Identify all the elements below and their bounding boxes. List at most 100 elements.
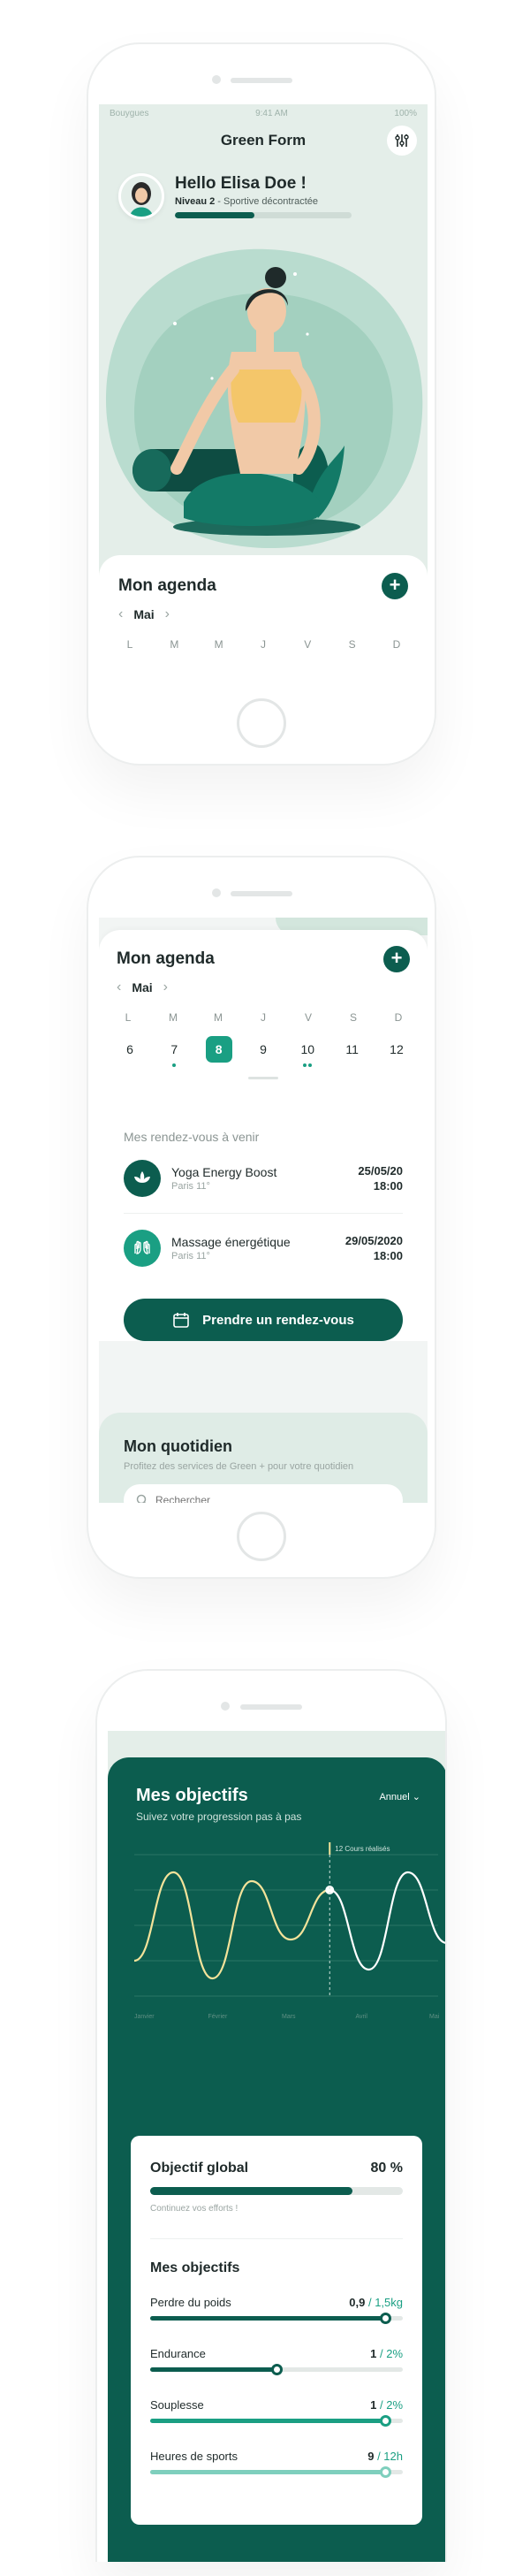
home-button[interactable] <box>237 698 286 748</box>
weekday-row: LMMJVSD <box>118 638 408 651</box>
book-appointment-label: Prendre un rendez-vous <box>202 1312 354 1328</box>
x-tick-label: Mars <box>282 2014 296 2020</box>
greeting: Hello Elisa Doe ! <box>175 174 307 193</box>
appointment-place: Paris 11° <box>171 1251 210 1261</box>
daily-title: Mon quotidien <box>124 1437 232 1455</box>
date-cell[interactable]: 9 <box>250 1036 276 1066</box>
daily-search-input[interactable] <box>155 1494 332 1503</box>
goal-progress-handle[interactable] <box>379 2415 391 2427</box>
goal-item: Souplesse 1 / 2% <box>150 2398 403 2427</box>
marker-flag <box>329 1842 331 1855</box>
appointment-time: 18:00 <box>373 1179 403 1193</box>
agenda-card: Mon agenda + ‹ Mai › L M M J V S D <box>99 555 428 690</box>
progress-chart: 12 Cours réalisés Janvier Février Mars Avril… <box>133 1842 445 2020</box>
search-icon <box>136 1494 147 1503</box>
goal-progress-handle[interactable] <box>271 2364 283 2375</box>
settings-button[interactable] <box>387 126 417 156</box>
goal-name: Souplesse <box>150 2398 204 2412</box>
weekday-label: M <box>170 638 179 651</box>
event-indicator <box>294 1061 321 1067</box>
date-cell[interactable]: 12 <box>383 1036 410 1066</box>
daily-subtitle: Profitez des services de Green + pour vo… <box>124 1461 354 1472</box>
avatar[interactable] <box>118 173 164 219</box>
appointments-title: Mes rendez-vous à venir <box>124 1130 260 1144</box>
appointment-item[interactable]: Yoga Energy Boost Paris 11° 25/05/20 18:00 <box>124 1144 403 1214</box>
clock: 9:41 AM <box>255 108 288 118</box>
date-row: 6 7 8 9 10 11 12 <box>117 1036 410 1067</box>
x-tick-label: Février <box>208 2014 228 2020</box>
month-label: Mai <box>132 980 153 995</box>
level-progress <box>175 212 352 218</box>
chevron-right-icon[interactable]: › <box>165 606 170 622</box>
appointment-date: 29/05/2020 <box>344 1234 403 1247</box>
global-objective-value: 80 % <box>370 2161 403 2176</box>
camera <box>221 1702 230 1711</box>
agenda-title: Mon agenda <box>117 949 215 968</box>
level-text: Niveau 2 - Sportive décontractée <box>175 196 352 207</box>
chevron-left-icon[interactable]: ‹ <box>118 606 123 622</box>
x-tick-label: Mai <box>429 2014 440 2020</box>
event-indicator <box>161 1061 187 1067</box>
drag-handle[interactable] <box>248 1077 278 1079</box>
goal-total: / 12h <box>374 2450 403 2463</box>
global-objective-label: Objectif global <box>150 2161 249 2176</box>
carrier: Bouygues <box>110 108 149 118</box>
weekday-label: S <box>349 1011 357 1024</box>
date-cell[interactable]: 7 <box>161 1036 187 1067</box>
weekday-label: L <box>125 1011 132 1024</box>
level-progress-fill <box>175 212 254 218</box>
camera <box>212 75 221 84</box>
chevron-right-icon[interactable]: › <box>163 979 168 995</box>
objectives-screen: Mes objectifs Suivez votre progression p… <box>108 1731 445 2562</box>
chart-annotation: 12 Cours réalisés <box>335 1845 390 1853</box>
daily-search[interactable] <box>124 1484 403 1503</box>
date-cell[interactable]: 11 <box>339 1036 366 1066</box>
speaker <box>231 78 292 83</box>
x-tick-label: Janvier <box>134 2014 155 2020</box>
goal-progress <box>150 2466 403 2478</box>
date-number: 11 <box>345 1042 359 1056</box>
goal-name: Heures de sports <box>150 2450 238 2463</box>
period-label: Annuel <box>379 1792 410 1802</box>
goals-list-title: Mes objectifs <box>150 2260 240 2275</box>
period-dropdown[interactable]: Annuel ⌄ <box>379 1791 420 1802</box>
goal-current: 0,9 <box>349 2296 366 2309</box>
x-tick-label: Avril <box>356 2014 368 2020</box>
event-dot <box>172 1063 177 1067</box>
add-event-button[interactable]: + <box>383 946 410 972</box>
chevron-down-icon: ⌄ <box>412 1792 420 1802</box>
weekday-label: D <box>394 1011 403 1024</box>
hands-icon <box>124 1230 161 1267</box>
app-title: Green Form <box>220 132 307 149</box>
level-desc: - Sportive décontractée <box>215 196 319 207</box>
date-cell[interactable]: 6 <box>117 1036 143 1066</box>
goal-progress-handle[interactable] <box>379 2313 391 2324</box>
weekday-label: V <box>304 1011 312 1024</box>
goal-total: / 1,5kg <box>365 2296 403 2309</box>
date-number: 9 <box>260 1042 267 1056</box>
goal-progress-fill <box>150 2367 276 2372</box>
goal-item: Perdre du poids 0,9 / 1,5kg <box>150 2296 403 2324</box>
goals-list: Perdre du poids 0,9 / 1,5kg Endurance 1 / 2… <box>150 2296 403 2478</box>
goal-progress-fill <box>150 2419 385 2423</box>
date-number: 10 <box>300 1042 315 1056</box>
goal-progress-handle[interactable] <box>379 2466 391 2478</box>
phone-agenda: Mon agenda + ‹ Mai › LMMJVSD 6 7 8 9 10 11 12 … <box>87 856 436 1579</box>
date-cell-selected[interactable]: 8 <box>205 1036 232 1063</box>
add-event-button[interactable]: + <box>382 573 408 599</box>
appointment-name: Yoga Energy Boost <box>171 1165 277 1179</box>
appointment-item[interactable]: Massage énergétique Paris 11° 29/05/2020 18… <box>124 1214 403 1283</box>
appointment-date: 25/05/20 <box>358 1164 403 1177</box>
appointment-time: 18:00 <box>373 1249 403 1262</box>
date-cell[interactable]: 10 <box>294 1036 321 1067</box>
date-number: 8 <box>215 1042 223 1056</box>
book-appointment-button[interactable]: Prendre un rendez-vous <box>124 1299 403 1341</box>
home-button[interactable] <box>237 1512 286 1561</box>
calendar-icon <box>173 1313 189 1328</box>
daily-section: Mon quotidien Profitez des services de G… <box>99 1413 428 1503</box>
weekday-label: S <box>348 638 356 651</box>
chevron-left-icon[interactable]: ‹ <box>117 979 121 995</box>
encourage-text: Continuez vos efforts ! <box>150 2204 238 2214</box>
weekday-label: V <box>304 638 312 651</box>
goal-total: / 2% <box>376 2398 403 2412</box>
